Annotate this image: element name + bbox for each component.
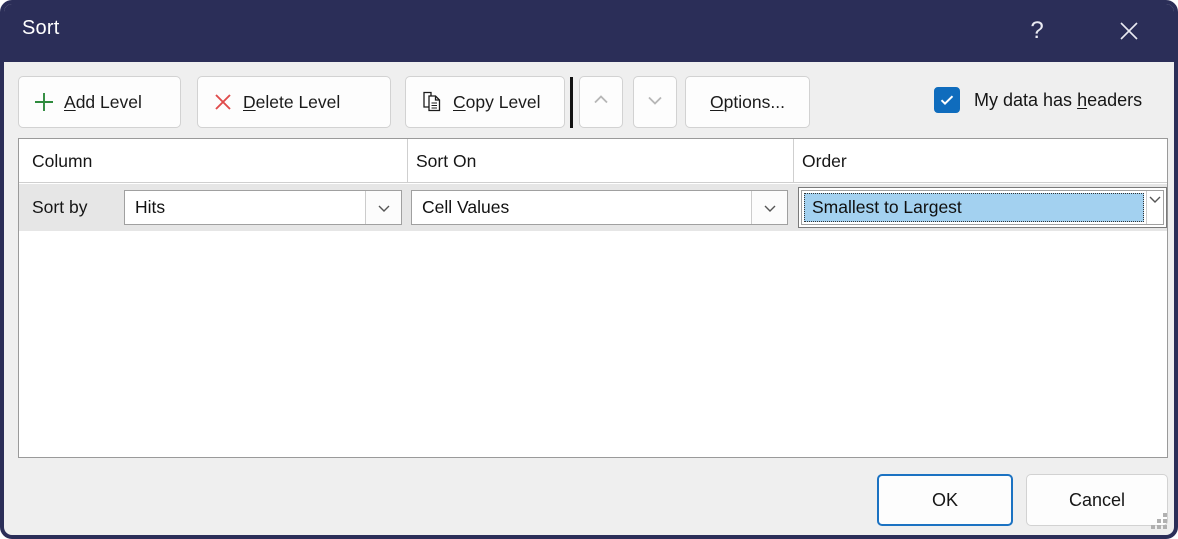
chevron-down-icon[interactable] (751, 191, 787, 224)
close-button[interactable] (1106, 8, 1152, 54)
move-down-button[interactable] (633, 76, 677, 128)
my-data-has-headers-checkbox[interactable]: My data has headers (934, 87, 1142, 113)
header-divider (407, 139, 408, 183)
order-select[interactable]: Smallest to Largest (801, 190, 1164, 225)
headers-label-post: eaders (1087, 89, 1143, 110)
cancel-button[interactable]: Cancel (1026, 474, 1168, 526)
delete-level-accel: D (243, 91, 256, 112)
help-button[interactable]: ? (1014, 8, 1060, 54)
order-select-focus-ring: Smallest to Largest (798, 187, 1167, 228)
options-label: ptions... (723, 91, 785, 112)
cross-icon (212, 91, 234, 113)
column-header-sort-on: Sort On (416, 151, 477, 171)
plus-icon (33, 91, 55, 113)
chevron-down-icon[interactable] (1146, 191, 1163, 224)
header-divider (793, 139, 794, 183)
ok-button[interactable]: OK (877, 474, 1013, 526)
column-select-value: Hits (135, 197, 166, 217)
delete-level-button[interactable]: Delete Level (197, 76, 391, 128)
sort-on-select[interactable]: Cell Values (411, 190, 788, 225)
chevron-down-icon (644, 89, 666, 116)
resize-grip-icon[interactable] (1150, 512, 1168, 530)
delete-level-label: elete Level (255, 91, 341, 112)
chevron-up-icon (590, 89, 612, 116)
copy-level-button[interactable]: Copy Level (405, 76, 565, 128)
add-level-accel: A (64, 91, 76, 112)
sort-dialog: Sort ? Add Level Delete Level Copy Level… (0, 0, 1178, 539)
close-icon (1118, 20, 1140, 42)
column-header-order: Order (802, 151, 847, 171)
copy-document-icon (420, 90, 444, 114)
cancel-button-label: Cancel (1068, 489, 1126, 510)
order-select-value: Smallest to Largest (804, 193, 1144, 222)
list-header-row: Column Sort On Order (19, 139, 1167, 183)
headers-accel: h (1077, 89, 1088, 110)
options-accel: O (710, 91, 724, 112)
toolbar: Add Level Delete Level Copy Level Option… (18, 76, 1168, 130)
column-select[interactable]: Hits (124, 190, 402, 225)
question-mark-icon: ? (1030, 17, 1044, 44)
sort-on-select-value: Cell Values (422, 197, 510, 217)
move-up-button[interactable] (579, 76, 623, 128)
chevron-down-icon[interactable] (365, 191, 401, 224)
options-button[interactable]: Options... (685, 76, 810, 128)
ok-button-label: OK (931, 489, 958, 510)
page-title: Sort (22, 17, 60, 39)
title-bar: Sort ? (4, 4, 1174, 62)
sort-levels-list: Column Sort On Order Sort by Hits Cell V… (18, 138, 1168, 458)
toolbar-separator (570, 77, 573, 128)
add-level-label: dd Level (75, 91, 142, 112)
checkbox-checked-icon (934, 87, 960, 113)
sort-by-label: Sort by (32, 197, 88, 217)
table-row: Sort by Hits Cell Values Smallest to Lar… (19, 184, 1167, 231)
add-level-button[interactable]: Add Level (18, 76, 181, 128)
copy-level-accel: C (453, 91, 466, 112)
copy-level-label: opy Level (465, 91, 541, 112)
column-header-column: Column (32, 151, 93, 171)
headers-label-pre: My data has (974, 89, 1078, 110)
